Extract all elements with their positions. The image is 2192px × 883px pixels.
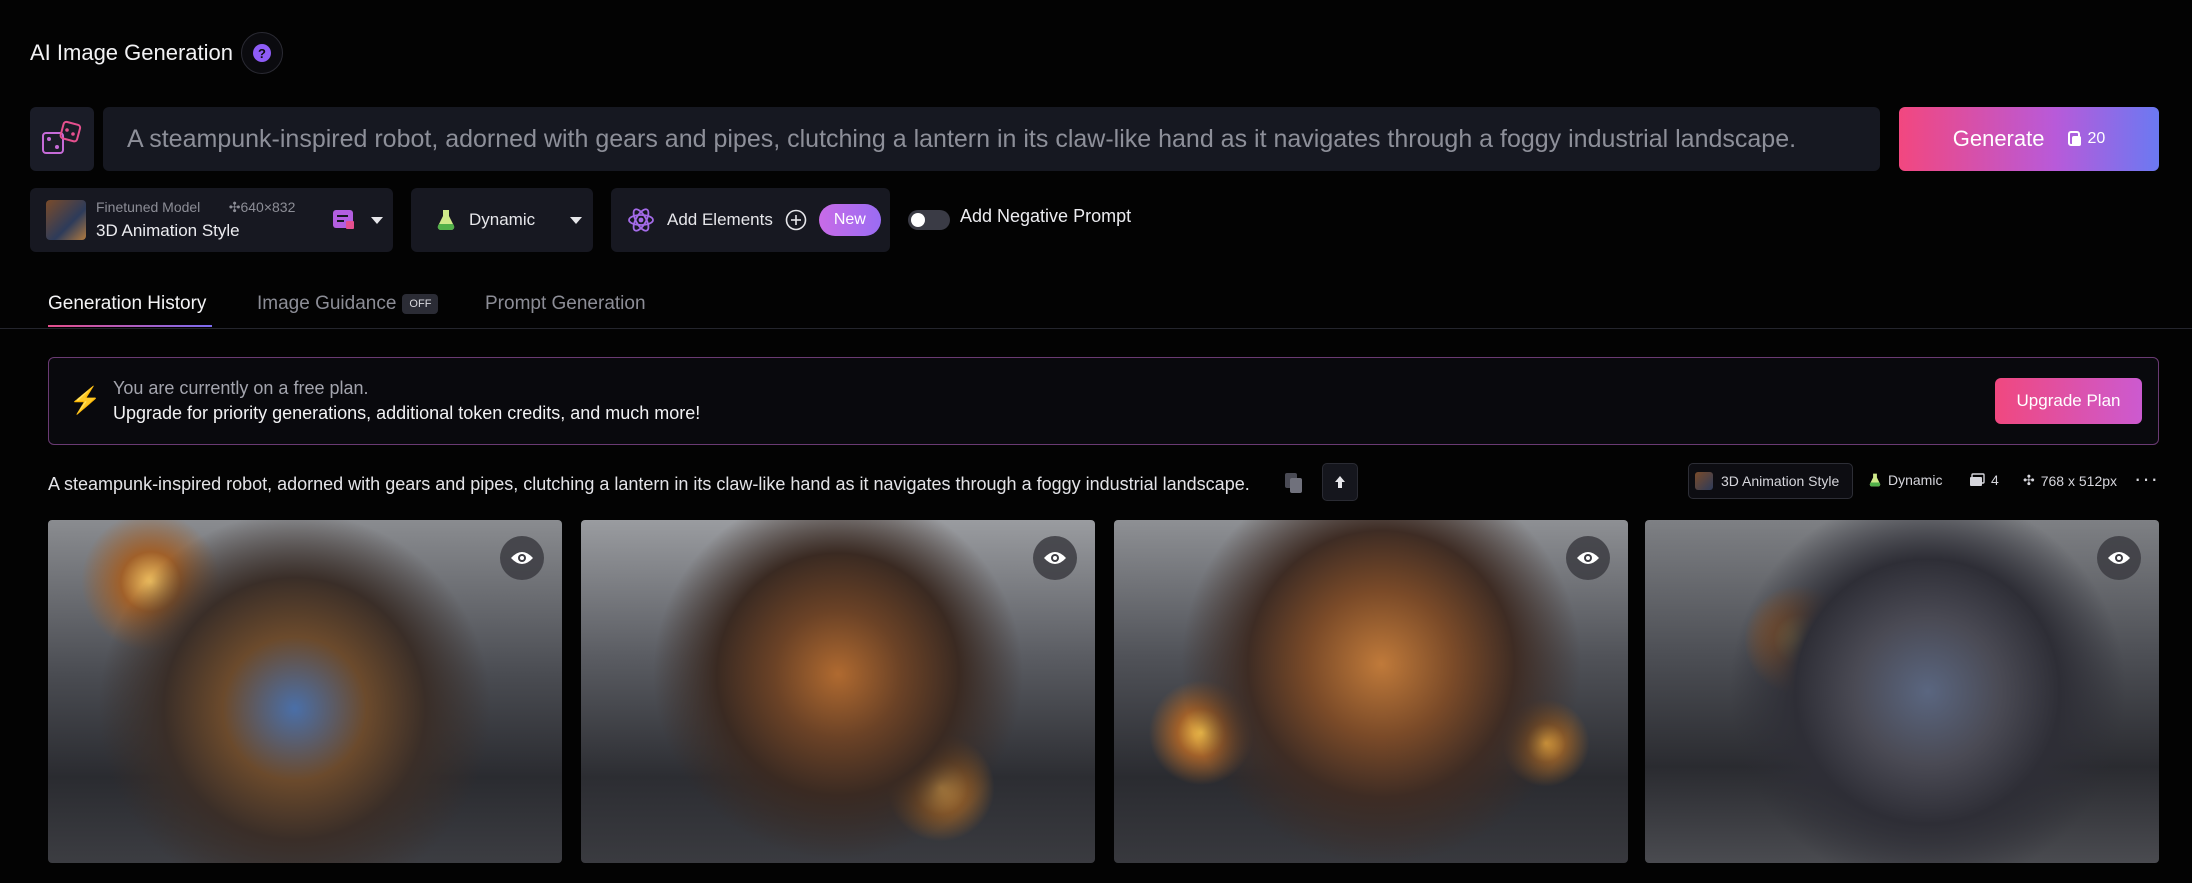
preset-meta-label: Dynamic (1888, 472, 1943, 488)
style-chip[interactable]: 3D Animation Style (1688, 463, 1853, 499)
dimensions-meta-label: 768 x 512px (2040, 472, 2118, 489)
copy-icon[interactable] (1284, 472, 1304, 494)
more-icon[interactable]: ··· (2134, 466, 2159, 492)
token-icon (2068, 131, 2082, 146)
dimensions-meta: ✣ 768 x 512px (2023, 472, 2117, 489)
preset-selector[interactable]: Dynamic (411, 188, 593, 252)
random-prompt-button[interactable] (30, 107, 94, 171)
dice-icon (42, 120, 82, 154)
negative-prompt-label: Add Negative Prompt (960, 206, 1132, 226)
view-image-button[interactable] (1566, 536, 1610, 580)
bolt-icon: ⚡ (69, 385, 102, 415)
chevron-down-icon[interactable] (570, 217, 582, 224)
add-elements-label: Add Elements (667, 210, 773, 229)
generate-button[interactable]: Generate 20 (1899, 107, 2159, 171)
generation-prompt: A steampunk-inspired robot, adorned with… (48, 474, 1250, 494)
tab-image-guidance-label: Image Guidance (257, 293, 397, 314)
generate-label: Generate (1952, 126, 2045, 151)
tab-prompt-generation[interactable]: Prompt Generation (485, 293, 646, 315)
model-dimensions: 640×832 (240, 199, 296, 215)
style-thumbnail (1695, 472, 1713, 490)
negative-prompt-toggle[interactable] (908, 210, 950, 230)
banner-line-2: Upgrade for priority generations, additi… (113, 403, 701, 423)
eye-icon (2108, 552, 2130, 564)
model-style-icon[interactable] (332, 209, 356, 231)
upgrade-plan-button[interactable]: Upgrade Plan (1995, 378, 2142, 424)
model-selector[interactable]: Finetuned Model ✣640×832 3D Animation St… (30, 188, 393, 252)
view-image-button[interactable] (2097, 536, 2141, 580)
free-plan-banner: ⚡ You are currently on a free plan. Upgr… (48, 357, 2159, 445)
toggle-knob (911, 213, 925, 227)
arrow-up-icon (1335, 476, 1345, 488)
banner-line-1: You are currently on a free plan. (113, 378, 369, 398)
token-cost: 20 (2087, 130, 2106, 147)
potion-icon (1869, 473, 1881, 487)
eye-icon (1044, 552, 1066, 564)
potion-icon (437, 210, 455, 231)
help-button[interactable]: ? (241, 32, 283, 74)
preset-label: Dynamic (469, 210, 536, 229)
robot-image-2[interactable] (581, 520, 1095, 863)
help-icon: ? (253, 44, 271, 62)
tab-image-guidance[interactable]: Image Guidance OFF (257, 293, 439, 315)
eye-icon (1577, 552, 1599, 564)
view-image-button[interactable] (500, 536, 544, 580)
count-meta-label: 4 (1991, 472, 1999, 488)
count-meta: 4 (1969, 472, 1999, 488)
move-icon: ✣ (2023, 472, 2035, 488)
model-thumbnail (46, 200, 86, 240)
eye-icon (511, 552, 533, 564)
add-elements-button[interactable]: Add Elements New (611, 188, 890, 252)
page-title: AI Image Generation (30, 40, 234, 65)
robot-image-3[interactable] (1114, 520, 1628, 863)
robot-image-4[interactable] (1645, 520, 2159, 863)
new-badge: New (818, 204, 881, 236)
tab-generation-history[interactable]: Generation History (48, 293, 206, 315)
plus-circle-icon (785, 209, 807, 231)
robot-image-1[interactable] (48, 520, 562, 863)
preset-meta: Dynamic (1868, 472, 1942, 488)
model-kind: Finetuned Model (96, 199, 201, 215)
atom-icon (628, 208, 654, 232)
active-tab-indicator (48, 325, 212, 327)
chevron-down-icon[interactable] (371, 217, 383, 224)
model-name: 3D Animation Style (96, 221, 240, 240)
view-image-button[interactable] (1033, 536, 1077, 580)
style-chip-label: 3D Animation Style (1721, 473, 1840, 489)
images-count-icon (1970, 473, 1985, 486)
prompt-input[interactable]: A steampunk-inspired robot, adorned with… (103, 107, 1880, 171)
off-badge: OFF (402, 293, 439, 314)
reuse-prompt-button[interactable] (1322, 463, 1358, 501)
tab-divider (0, 328, 2192, 329)
